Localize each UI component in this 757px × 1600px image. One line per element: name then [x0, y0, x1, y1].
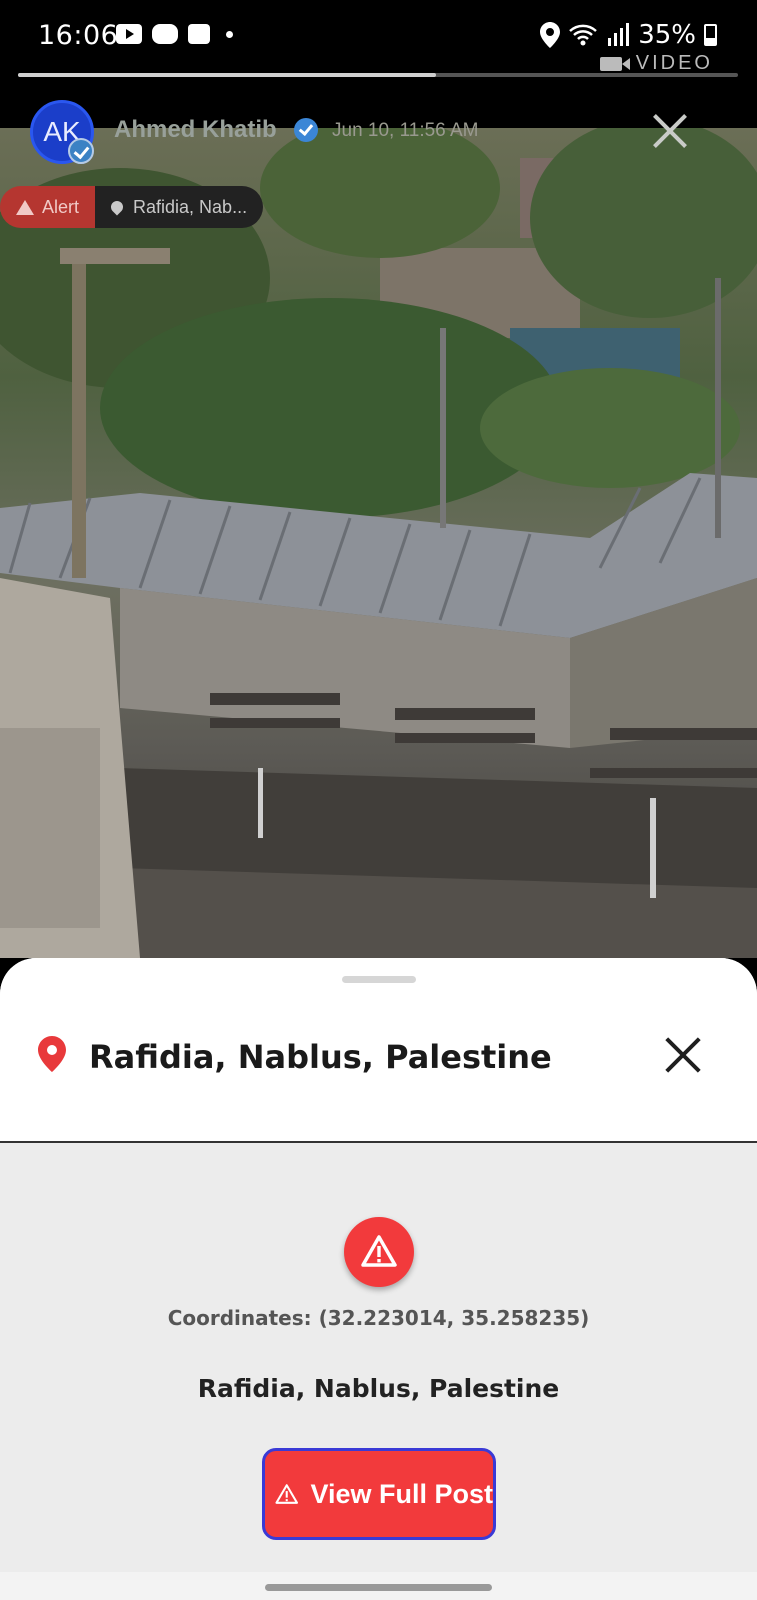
close-post-button[interactable]	[651, 112, 689, 150]
avatar-verified-badge-icon	[68, 138, 94, 164]
status-right: 35%	[540, 20, 717, 50]
alert-chip-label: Alert	[42, 196, 80, 217]
warning-icon	[16, 199, 34, 215]
location-chip-label: Rafidia, Nab...	[133, 196, 248, 217]
sheet-title: Rafidia, Nablus, Palestine	[89, 1038, 552, 1076]
gallery-icon	[188, 24, 210, 44]
sheet-drag-handle[interactable]	[342, 976, 416, 983]
discord-icon	[152, 24, 178, 44]
media-type-label: VIDEO	[599, 52, 713, 75]
battery-percent: 35%	[638, 20, 696, 50]
video-camera-icon	[599, 56, 630, 71]
wifi-icon	[569, 24, 598, 46]
post-media-image[interactable]	[0, 128, 757, 958]
location-pin-icon	[38, 1036, 66, 1072]
alert-marker[interactable]	[344, 1217, 414, 1287]
warning-icon	[275, 1484, 299, 1504]
sheet-header: Rafidia, Nablus, Palestine	[0, 958, 757, 1143]
dot-icon	[226, 30, 233, 38]
location-pin-icon	[108, 198, 126, 216]
verified-badge-icon	[294, 118, 318, 142]
signal-icon	[608, 23, 630, 46]
post-timestamp: Jun 10, 11:56 AM	[332, 120, 479, 141]
youtube-icon	[116, 24, 142, 44]
location-icon	[540, 22, 561, 48]
street-scene-image	[0, 128, 757, 958]
home-gesture-handle[interactable]	[265, 1584, 492, 1591]
view-full-post-label: View Full Post	[310, 1478, 493, 1509]
alert-chip[interactable]: Alert	[0, 186, 96, 228]
view-full-post-button[interactable]: View Full Post	[262, 1448, 496, 1540]
warning-icon	[361, 1235, 397, 1267]
notification-icons	[116, 24, 233, 44]
video-progress-fill	[18, 73, 436, 77]
location-bottom-sheet: Rafidia, Nablus, Palestine Coordinates: …	[0, 958, 757, 1600]
battery-icon	[704, 24, 717, 46]
location-chip[interactable]: Rafidia, Nab...	[95, 186, 264, 228]
post-header: AK Ahmed Khatib Jun 10, 11:56 AM	[0, 98, 757, 168]
close-sheet-button[interactable]	[664, 1036, 702, 1074]
place-name: Rafidia, Nablus, Palestine	[197, 1374, 560, 1403]
author-name[interactable]: Ahmed Khatib	[114, 116, 277, 144]
post-tags: Alert Rafidia, Nab...	[0, 186, 264, 228]
media-type-text: VIDEO	[635, 52, 713, 74]
status-time: 16:06	[38, 20, 119, 51]
coordinates-text: Coordinates: (32.223014, 35.258235)	[167, 1306, 590, 1330]
